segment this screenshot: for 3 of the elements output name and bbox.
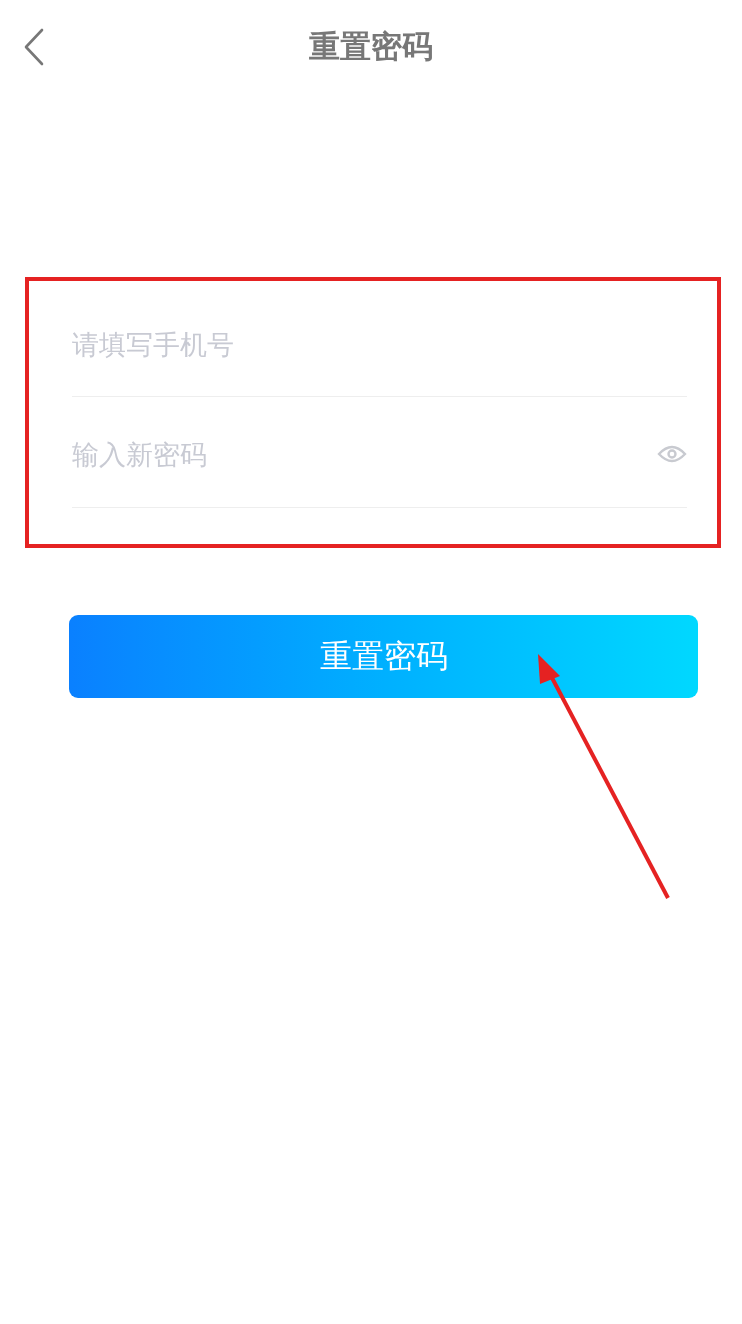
reset-password-button[interactable]: 重置密码 xyxy=(69,615,698,698)
back-icon[interactable] xyxy=(23,28,45,66)
page-title: 重置密码 xyxy=(309,27,433,66)
